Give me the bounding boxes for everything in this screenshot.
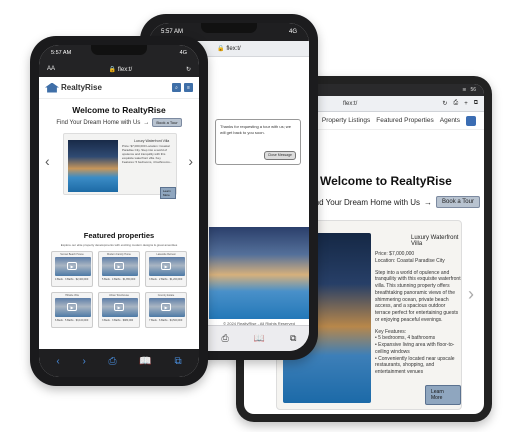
nav-property-listings[interactable]: Property Listings bbox=[322, 117, 370, 124]
tour-confirmation-modal: Thanks for requesting a tour with us; we… bbox=[215, 119, 301, 165]
card-details: Price: $7,000,000 Location: Coastal Para… bbox=[375, 251, 461, 376]
play-icon[interactable]: ▶ bbox=[67, 262, 77, 270]
play-icon[interactable]: ▶ bbox=[114, 303, 124, 311]
tabs-icon[interactable]: ⧉ bbox=[474, 100, 478, 107]
featured-subtitle: Explore our elite property developments … bbox=[60, 243, 178, 247]
reader-mode-button[interactable]: AA bbox=[47, 66, 55, 72]
bookmarks-icon[interactable]: 📖 bbox=[139, 356, 151, 367]
tabs-icon[interactable]: ⧉ bbox=[290, 333, 296, 344]
card-features-label: Key Features: bbox=[375, 328, 407, 335]
share-icon[interactable]: ⎙ bbox=[109, 356, 117, 367]
property-title: Sunset Beach House bbox=[60, 253, 84, 256]
play-icon[interactable]: ▶ bbox=[161, 262, 171, 270]
play-icon[interactable]: ▶ bbox=[161, 303, 171, 311]
new-tab-icon[interactable]: + bbox=[464, 101, 468, 107]
phone-notch bbox=[201, 23, 257, 33]
menu-icon[interactable] bbox=[466, 115, 476, 126]
forward-icon[interactable]: › bbox=[82, 356, 85, 367]
property-meta: 7 Beds · 6 Baths · $4,500,000 bbox=[149, 319, 183, 322]
property-tile[interactable]: Country Estate ▶ 7 Beds · 6 Baths · $4,5… bbox=[145, 292, 187, 328]
site-header: RealtyRise ⌕ ≡ bbox=[39, 77, 199, 99]
property-card: Luxury Waterfront Villa Price: $7,000,00… bbox=[63, 133, 177, 199]
villa-photo bbox=[68, 140, 118, 192]
property-title: Lakeside Retreat bbox=[156, 253, 176, 256]
close-message-button[interactable]: Close Message bbox=[263, 151, 296, 160]
card-feature-item: 5 bedrooms, 4 bathrooms bbox=[378, 335, 436, 342]
wifi-icon: ≋ bbox=[462, 87, 467, 93]
house-logo-icon bbox=[45, 82, 59, 93]
learn-more-button[interactable]: Learn More bbox=[425, 385, 461, 405]
property-title: Country Estate bbox=[157, 294, 175, 297]
featured-grid: Sunset Beach House ▶ 4 Beds · 3 Baths · … bbox=[51, 251, 187, 328]
card-description: Step into a world of opulence and tranqu… bbox=[375, 269, 461, 323]
featured-title: Featured properties bbox=[83, 231, 155, 240]
property-title: Urban Townhouse bbox=[108, 294, 130, 297]
phone-front-tab-bar: ‹ › ⎙ 📖 ⧉ bbox=[39, 349, 199, 377]
brand-logo[interactable]: RealtyRise bbox=[45, 82, 102, 93]
phone-front-url-bar: AA 🔒 flex:t/ ↻ bbox=[39, 61, 199, 77]
tablet-hero-title: Welcome to RealtyRise bbox=[320, 174, 452, 188]
villa-night-photo bbox=[209, 227, 309, 319]
property-tile[interactable]: Modern Family Home ▶ 5 Beds · 4 Baths · … bbox=[98, 251, 140, 287]
hero-section: Welcome to RealtyRise Find Your Dream Ho… bbox=[39, 99, 199, 127]
status-time: 5:57 AM bbox=[51, 50, 72, 56]
play-icon[interactable]: ▶ bbox=[67, 303, 77, 311]
carousel-next-arrow[interactable]: › bbox=[468, 284, 474, 305]
play-icon[interactable]: ▶ bbox=[114, 262, 124, 270]
property-tile[interactable]: Hillside Villa ▶ 6 Beds · 5 Baths · $3,1… bbox=[51, 292, 93, 328]
property-tile[interactable]: Lakeside Retreat ▶ 3 Beds · 2 Baths · $1… bbox=[145, 251, 187, 287]
tablet-hero-subtitle-row: Find Your Dream Home with Us → Book a To… bbox=[308, 196, 480, 208]
header-actions: ⌕ ≡ bbox=[172, 83, 193, 92]
url-text[interactable]: 🔒 flex:t/ bbox=[109, 66, 132, 73]
arrow-right-icon: → bbox=[143, 119, 150, 126]
card-feature-item: Expansive living area with floor-to-ceil… bbox=[375, 342, 455, 355]
share-icon[interactable]: ⎙ bbox=[222, 333, 229, 344]
battery-level: 56 bbox=[470, 87, 476, 93]
card-feature-item: Conveniently located near upscale restau… bbox=[375, 355, 455, 376]
property-meta: 6 Beds · 5 Baths · $3,100,000 bbox=[55, 319, 89, 322]
share-icon[interactable]: ⎙ bbox=[453, 100, 458, 107]
property-meta: 3 Beds · 3 Baths · $980,000 bbox=[102, 319, 134, 322]
card-details: Price: $7,000,000 Location: Coastal Para… bbox=[122, 144, 173, 164]
card-title: Luxury Waterfront Villa bbox=[134, 139, 170, 143]
hero-subtitle: Find Your Dream Home with Us bbox=[56, 119, 141, 126]
carousel-prev-arrow[interactable]: ‹ bbox=[45, 153, 50, 169]
signal-indicator: 4G bbox=[288, 29, 297, 35]
phone-front-device: 5:57 AM 4G AA 🔒 flex:t/ ↻ RealtyRise ⌕ ≡… bbox=[30, 36, 208, 386]
property-meta: 5 Beds · 4 Baths · $1,850,000 bbox=[102, 278, 136, 281]
property-meta: 3 Beds · 2 Baths · $1,200,000 bbox=[149, 278, 183, 281]
phone-front-screen: 5:57 AM 4G AA 🔒 flex:t/ ↻ RealtyRise ⌕ ≡… bbox=[39, 45, 199, 377]
card-price: Price: $7,000,000 bbox=[375, 251, 415, 257]
hero-title: Welcome to RealtyRise bbox=[72, 105, 166, 115]
signal-indicator: 4G bbox=[179, 50, 187, 56]
property-title: Modern Family Home bbox=[107, 253, 131, 256]
reload-icon[interactable]: ↻ bbox=[186, 66, 191, 73]
search-icon[interactable]: ⌕ bbox=[172, 83, 181, 92]
bookmarks-icon[interactable]: 📖 bbox=[254, 333, 265, 344]
nav-featured-properties[interactable]: Featured Properties bbox=[376, 117, 433, 124]
property-tile[interactable]: Urban Townhouse ▶ 3 Beds · 3 Baths · $98… bbox=[98, 292, 140, 328]
card-location: Location: Coastal Paradise City bbox=[375, 257, 445, 264]
modal-message: Thanks for requesting a tour with us; we… bbox=[220, 124, 291, 135]
brand-name: RealtyRise bbox=[61, 83, 102, 92]
nav-agents[interactable]: Agents bbox=[440, 117, 460, 124]
property-meta: 4 Beds · 3 Baths · $2,400,000 bbox=[55, 278, 89, 281]
phone-notch bbox=[91, 45, 147, 55]
back-icon[interactable]: ‹ bbox=[56, 356, 59, 367]
carousel-next-arrow[interactable]: › bbox=[188, 153, 193, 169]
reload-icon[interactable]: ↻ bbox=[442, 100, 447, 107]
book-tour-button[interactable]: Book a Tour bbox=[436, 196, 480, 208]
property-tile[interactable]: Sunset Beach House ▶ 4 Beds · 3 Baths · … bbox=[51, 251, 93, 287]
arrow-right-icon: → bbox=[424, 197, 433, 207]
property-title: Hillside Villa bbox=[65, 294, 79, 297]
learn-more-button[interactable]: Learn More bbox=[160, 187, 176, 199]
status-time: 5:57 AM bbox=[161, 29, 184, 35]
tabs-icon[interactable]: ⧉ bbox=[174, 356, 181, 367]
card-title: Luxury Waterfront Villa bbox=[411, 235, 459, 247]
menu-icon[interactable]: ≡ bbox=[184, 83, 193, 92]
hero-subtitle-row: Find Your Dream Home with Us → Book a To… bbox=[39, 118, 199, 127]
tablet-hero-subtitle: Find Your Dream Home with Us bbox=[308, 197, 421, 207]
book-tour-button[interactable]: Book a Tour bbox=[152, 118, 182, 127]
